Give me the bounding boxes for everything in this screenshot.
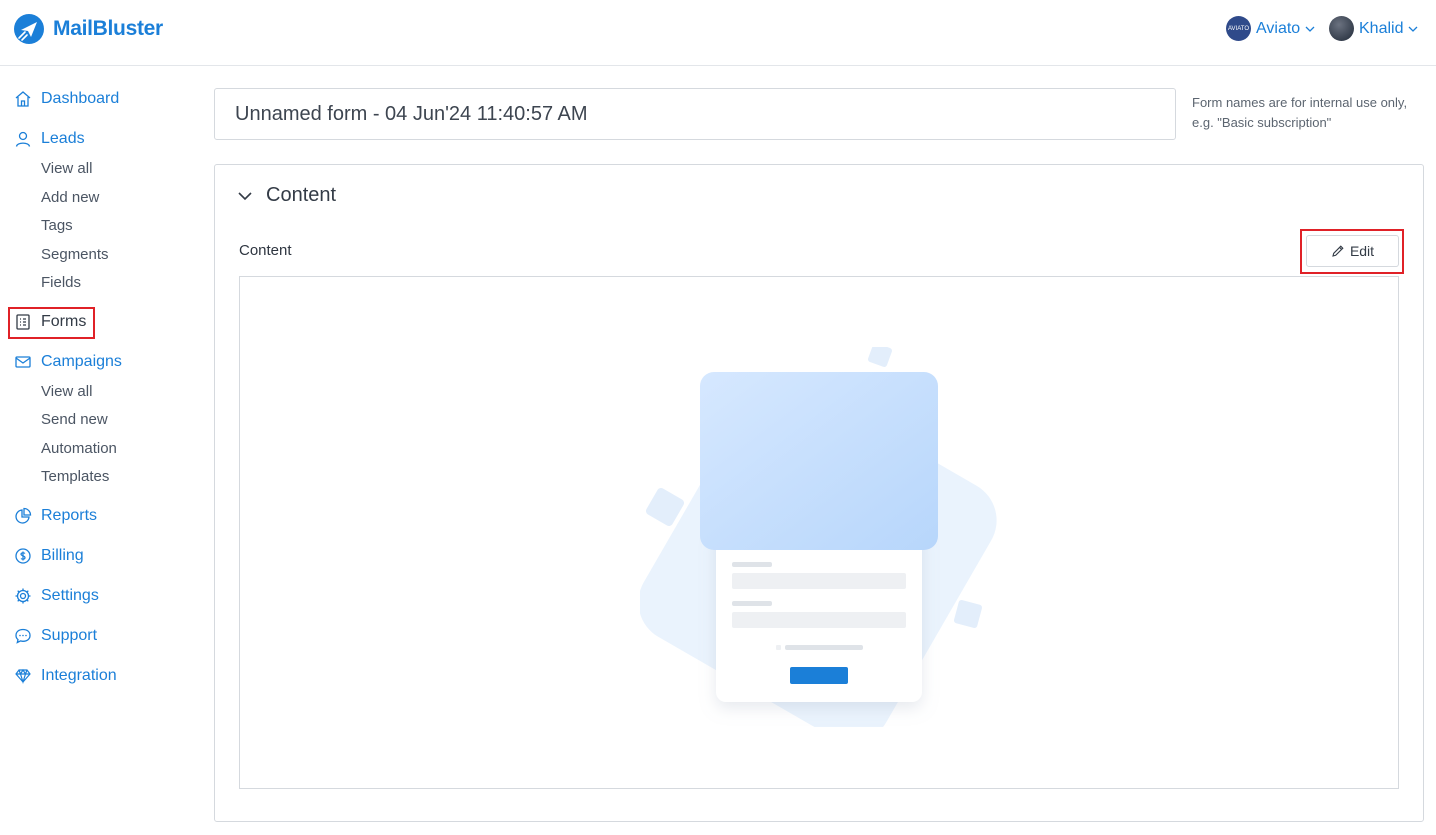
- sidebar-item-billing[interactable]: Billing: [14, 547, 84, 565]
- home-icon: [15, 91, 31, 107]
- form-placeholder-illustration: [640, 347, 997, 727]
- pie-chart-icon: [15, 507, 32, 524]
- chat-bubble-icon: [15, 628, 31, 644]
- sidebar-item-integration[interactable]: Integration: [14, 667, 117, 685]
- sidebar-subitem-leads-view-all[interactable]: View all: [41, 160, 92, 177]
- forms-highlight-box: [8, 307, 95, 339]
- account-switcher-aviato[interactable]: AVIATO Aviato: [1226, 16, 1315, 41]
- paper-plane-logo-icon: [14, 14, 44, 44]
- edit-highlight-box: [1300, 229, 1404, 274]
- form-name-input[interactable]: [214, 88, 1176, 140]
- form-preview-area: [239, 276, 1399, 789]
- form-name-hint: Form names are for internal use only, e.…: [1192, 95, 1408, 130]
- panel-title: Content: [266, 184, 337, 206]
- content-label: Content: [239, 242, 292, 259]
- content-panel: Content Content Edit: [214, 164, 1424, 822]
- diamond-icon: [15, 668, 31, 685]
- account-name: Aviato: [1256, 19, 1301, 37]
- user-icon: [15, 131, 31, 147]
- chevron-down-icon: [1305, 26, 1315, 32]
- user-menu[interactable]: Khalid: [1329, 16, 1418, 41]
- sidebar-subitem-leads-add-new[interactable]: Add new: [41, 189, 99, 206]
- sidebar-subitem-tags[interactable]: Tags: [41, 217, 73, 234]
- sidebar: Dashboard Leads View all Add new Tags Se…: [0, 66, 195, 835]
- sidebar-item-campaigns[interactable]: Campaigns: [14, 353, 122, 371]
- user-name: Khalid: [1359, 19, 1404, 37]
- brand-logo[interactable]: MailBluster: [13, 13, 163, 45]
- envelope-icon: [15, 356, 31, 368]
- sidebar-subitem-send-new[interactable]: Send new: [41, 411, 108, 428]
- aviato-avatar: AVIATO: [1226, 16, 1251, 41]
- content-panel-toggle[interactable]: Content: [237, 184, 336, 207]
- sidebar-item-reports[interactable]: Reports: [14, 507, 97, 525]
- brand-name: MailBluster: [53, 17, 163, 40]
- sidebar-item-dashboard[interactable]: Dashboard: [14, 90, 119, 108]
- dollar-circle-icon: [15, 548, 31, 564]
- avatar: [1329, 16, 1354, 41]
- sidebar-item-settings[interactable]: Settings: [14, 587, 99, 605]
- top-header: MailBluster AVIATO Aviato Khalid: [0, 0, 1436, 66]
- sidebar-item-support[interactable]: Support: [14, 627, 97, 645]
- sidebar-item-leads[interactable]: Leads: [14, 130, 85, 148]
- sidebar-subitem-fields[interactable]: Fields: [41, 274, 81, 291]
- sidebar-subitem-automation[interactable]: Automation: [41, 440, 117, 457]
- chevron-down-icon: [1409, 26, 1418, 32]
- sidebar-subitem-segments[interactable]: Segments: [41, 246, 109, 263]
- gear-icon: [15, 588, 31, 604]
- chevron-down-icon: [238, 191, 252, 200]
- sidebar-subitem-campaigns-view-all[interactable]: View all: [41, 383, 92, 400]
- sidebar-subitem-templates[interactable]: Templates: [41, 468, 109, 485]
